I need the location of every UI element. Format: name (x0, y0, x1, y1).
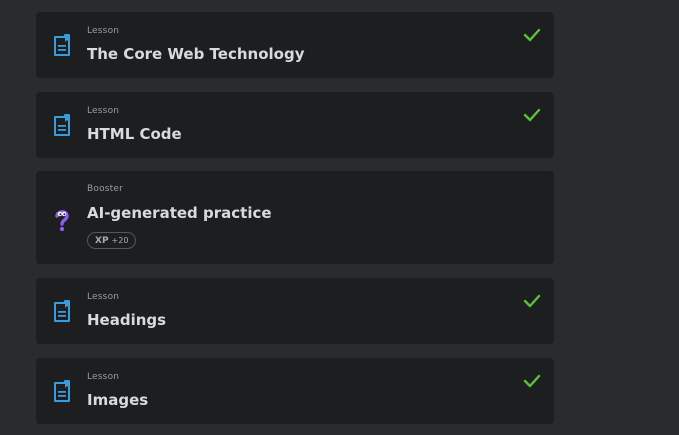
item-kind-label: Booster (87, 184, 124, 194)
list-item-lesson[interactable]: Lesson HTML Code (36, 92, 554, 158)
item-title: Headings (87, 311, 167, 329)
xp-label: XP (95, 235, 109, 246)
list-item-lesson[interactable]: Lesson The Core Web Technology (36, 12, 554, 78)
item-title: HTML Code (87, 125, 182, 143)
list-item-lesson[interactable]: Lesson Images (36, 358, 554, 424)
lesson-document-icon (51, 114, 73, 138)
item-title: The Core Web Technology (87, 45, 305, 63)
item-title: Images (87, 391, 149, 409)
item-title: AI-generated practice (87, 204, 272, 222)
lesson-document-icon (51, 34, 73, 58)
list-item-booster[interactable]: Booster AI-generated practice XP +20 (36, 171, 554, 264)
completed-check-icon (523, 107, 541, 122)
item-kind-label: Lesson (87, 292, 120, 302)
item-kind-label: Lesson (87, 26, 120, 36)
lesson-document-icon (51, 300, 73, 324)
list-item-lesson[interactable]: Lesson Headings (36, 278, 554, 344)
item-kind-label: Lesson (87, 106, 120, 116)
item-kind-label: Lesson (87, 372, 120, 382)
question-mark-character-icon (51, 207, 73, 232)
lesson-document-icon (51, 380, 73, 404)
completed-check-icon (523, 27, 541, 42)
completed-check-icon (523, 293, 541, 308)
completed-check-icon (523, 373, 541, 388)
xp-value: +20 (111, 236, 129, 245)
xp-badge: XP +20 (87, 232, 137, 249)
